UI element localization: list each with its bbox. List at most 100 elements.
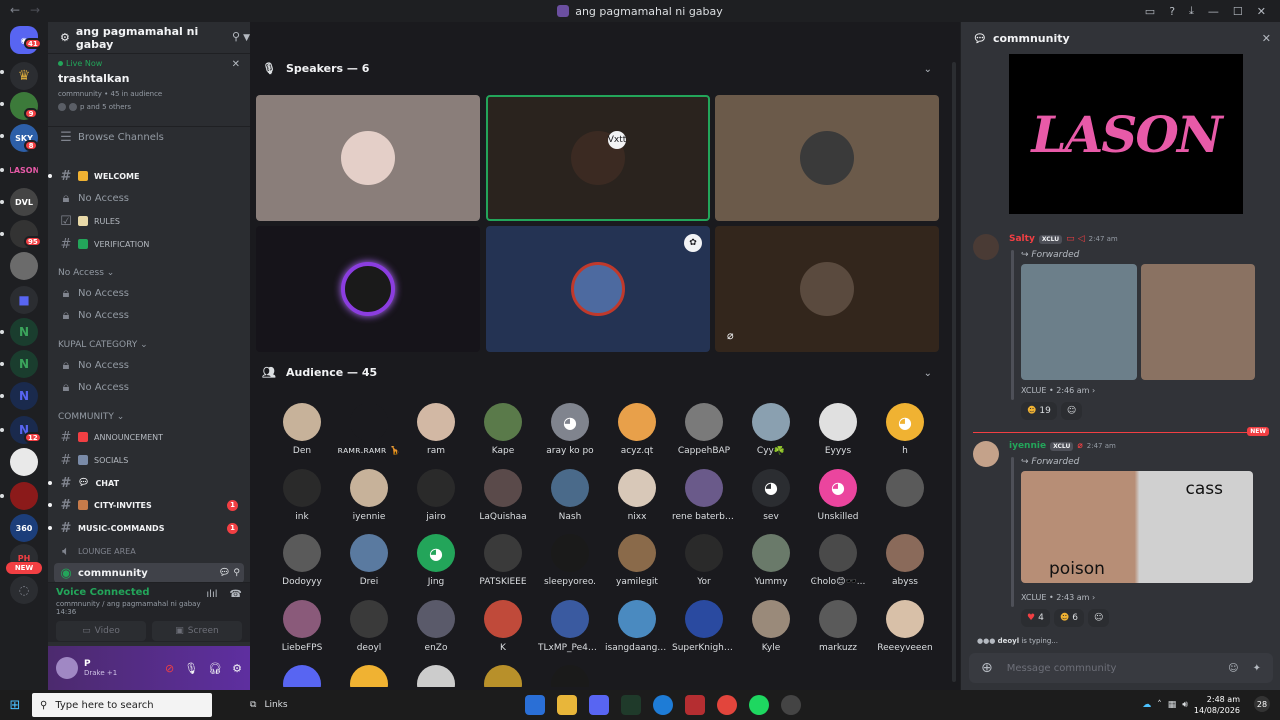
audience-member[interactable] bbox=[404, 665, 468, 687]
category-community[interactable]: COMMUNITY ⌄ bbox=[58, 412, 124, 422]
windows-start-icon[interactable]: ⊞ bbox=[0, 690, 30, 720]
server-icon-crown[interactable]: ♛ bbox=[10, 62, 38, 90]
audience-member[interactable]: Drei bbox=[337, 534, 401, 587]
audience-member[interactable] bbox=[538, 665, 602, 687]
server-icon-n1[interactable]: N bbox=[10, 318, 38, 346]
chrome-icon[interactable] bbox=[717, 695, 737, 715]
audience-member[interactable]: TLxMP_Pe4nut bbox=[538, 599, 602, 653]
reaction[interactable]: ♥ 4 bbox=[1021, 609, 1050, 627]
audience-member[interactable]: ◕ Jing bbox=[404, 534, 468, 587]
headphones-icon[interactable]: 🎧︎ bbox=[208, 662, 222, 675]
server-header[interactable]: ⚙ ang pagmamahal ni gabay ▼ ⚲ bbox=[48, 22, 250, 54]
volume-icon[interactable]: 🔊︎ bbox=[1182, 700, 1188, 710]
audience-member[interactable]: LiebeFPS bbox=[270, 599, 334, 653]
audience-member[interactable]: nixx bbox=[605, 468, 669, 522]
audience-member[interactable]: ink bbox=[270, 468, 334, 522]
channel-no-access[interactable]: 🔒︎ No Access bbox=[54, 188, 244, 208]
folder-icon[interactable]: ■ bbox=[10, 286, 38, 314]
audience-member[interactable] bbox=[873, 468, 937, 512]
server-icon-360[interactable]: 360 bbox=[10, 514, 38, 542]
audience-member[interactable]: Dodoyyy bbox=[270, 534, 334, 587]
channel-welcome[interactable]: # WELCOME bbox=[48, 166, 244, 186]
audience-member[interactable]: LaQuishaa bbox=[471, 468, 535, 522]
forward-source[interactable]: XCLUE • 2:46 am › bbox=[1021, 386, 1095, 395]
audience-member[interactable] bbox=[471, 665, 535, 687]
audience-member[interactable]: isangdaangro... bbox=[605, 599, 669, 653]
audience-member[interactable]: Kyle bbox=[739, 599, 803, 653]
inbox-icon[interactable]: ▭ bbox=[1145, 5, 1155, 18]
audience-member[interactable]: Ͼholo😊🕶️... bbox=[806, 534, 870, 587]
audience-member[interactable] bbox=[270, 665, 334, 687]
audience-member[interactable]: PATSKIEEE bbox=[471, 534, 535, 587]
channel-no-access[interactable]: 🔒︎ No Access bbox=[54, 283, 244, 303]
server-icon-n2[interactable]: N bbox=[10, 350, 38, 378]
speaker-tile[interactable]: ✿ bbox=[486, 226, 710, 352]
camera-off-icon[interactable]: ⊘ bbox=[165, 662, 174, 675]
speaker-tile-active[interactable]: Vxtt bbox=[486, 95, 710, 221]
audience-member[interactable]: Nash bbox=[538, 468, 602, 522]
channel-lounge[interactable]: 🔈︎ LOUNGE AREA bbox=[54, 541, 244, 561]
taskbar-search[interactable]: ⚲ Type here to search bbox=[32, 693, 212, 717]
add-attachment-icon[interactable]: ⊕ bbox=[981, 660, 993, 676]
server-icon-lason[interactable]: LASON bbox=[10, 156, 38, 184]
edge-icon[interactable] bbox=[653, 695, 673, 715]
tray-arrow-icon[interactable]: ˄ bbox=[1157, 700, 1162, 710]
channel-music-commands[interactable]: # MUSIC-COMMANDS 1 bbox=[48, 518, 244, 538]
taskbar-clock[interactable]: 2:48 am 14/08/2026 bbox=[1194, 694, 1240, 716]
signal-icon[interactable]: ılıl bbox=[206, 589, 217, 600]
audience-member[interactable]: acyz.qt bbox=[605, 403, 669, 456]
audience-member[interactable]: ram bbox=[404, 403, 468, 456]
screen-button[interactable]: ▣ Screen bbox=[152, 621, 242, 641]
audience-member[interactable]: Yor bbox=[672, 534, 736, 587]
chevron-down-icon[interactable]: ⌄ bbox=[924, 368, 932, 379]
audience-member[interactable]: Den bbox=[270, 403, 334, 456]
audience-member[interactable]: CappehBAP bbox=[672, 403, 736, 456]
audience-member[interactable] bbox=[337, 665, 401, 687]
audience-member[interactable]: K bbox=[471, 599, 535, 653]
forward-source[interactable]: XCLUE • 2:43 am › bbox=[1021, 593, 1095, 602]
server-icon-white[interactable] bbox=[10, 448, 38, 476]
audience-member[interactable]: ʀᴀᴍʀ.ʀᴀᴍʀ 🦒 bbox=[337, 403, 401, 456]
avatar[interactable] bbox=[973, 441, 999, 467]
reaction[interactable]: ☻ 19 bbox=[1021, 402, 1057, 420]
add-member-icon[interactable]: ⚲ bbox=[232, 30, 240, 43]
channel-verification[interactable]: # VERIFICATION bbox=[54, 234, 244, 254]
disconnect-icon[interactable]: ☎ bbox=[230, 589, 242, 600]
speaker-tile[interactable] bbox=[256, 226, 480, 352]
channel-no-access[interactable]: 🔒︎ No Access bbox=[54, 377, 244, 397]
app-a-icon[interactable] bbox=[621, 695, 641, 715]
live-stage-card[interactable]: Live Now trashtalkan commnunity • 45 in … bbox=[48, 55, 250, 127]
minimize-button[interactable]: — bbox=[1208, 5, 1219, 18]
server-icon-bottom[interactable]: ◌ bbox=[10, 576, 38, 604]
download-icon[interactable]: ⤓ bbox=[1189, 4, 1194, 18]
author-name[interactable]: iyennie bbox=[1009, 441, 1046, 451]
file-explorer-icon[interactable] bbox=[557, 695, 577, 715]
spotify-icon[interactable] bbox=[749, 695, 769, 715]
audience-member[interactable]: Yummy bbox=[739, 534, 803, 587]
audience-member[interactable]: ◕ Unskilled bbox=[806, 468, 870, 522]
server-icon-grey[interactable] bbox=[10, 252, 38, 280]
audience-member[interactable]: ◕ h bbox=[873, 403, 937, 456]
category-kupal[interactable]: KUPAL CATEGORY ⌄ bbox=[58, 340, 148, 350]
audience-member[interactable]: markuzz bbox=[806, 599, 870, 653]
audience-member[interactable]: ◕ sev bbox=[739, 468, 803, 522]
channel-city-invites[interactable]: # CITY-INVITES 1 bbox=[48, 495, 244, 515]
server-icon-red[interactable] bbox=[10, 482, 38, 510]
audience-member[interactable]: jairo bbox=[404, 468, 468, 522]
speaker-tile[interactable] bbox=[715, 95, 939, 221]
channel-no-access[interactable]: 🔒︎ No Access bbox=[54, 355, 244, 375]
avatar[interactable] bbox=[56, 657, 78, 679]
audience-member[interactable]: Cyy☘️ bbox=[739, 403, 803, 456]
audience-member[interactable]: Eyyys bbox=[806, 403, 870, 456]
server-icon-n3[interactable]: N bbox=[10, 382, 38, 410]
audience-member[interactable]: Reeeyveeen bbox=[873, 599, 937, 653]
audience-member[interactable]: Kape bbox=[471, 403, 535, 456]
maximize-button[interactable]: ☐ bbox=[1233, 5, 1243, 18]
scrollbar[interactable] bbox=[952, 62, 956, 682]
chevron-down-icon[interactable]: ⌄ bbox=[924, 64, 932, 75]
reaction[interactable]: ☻ 6 bbox=[1053, 609, 1084, 627]
audience-member[interactable]: ◕ aray ko po bbox=[538, 403, 602, 456]
speaker-tile[interactable]: ⌀ bbox=[715, 226, 939, 352]
add-reaction-button[interactable]: ☺ bbox=[1087, 609, 1110, 627]
forward-arrow-icon[interactable]: → bbox=[30, 3, 40, 17]
